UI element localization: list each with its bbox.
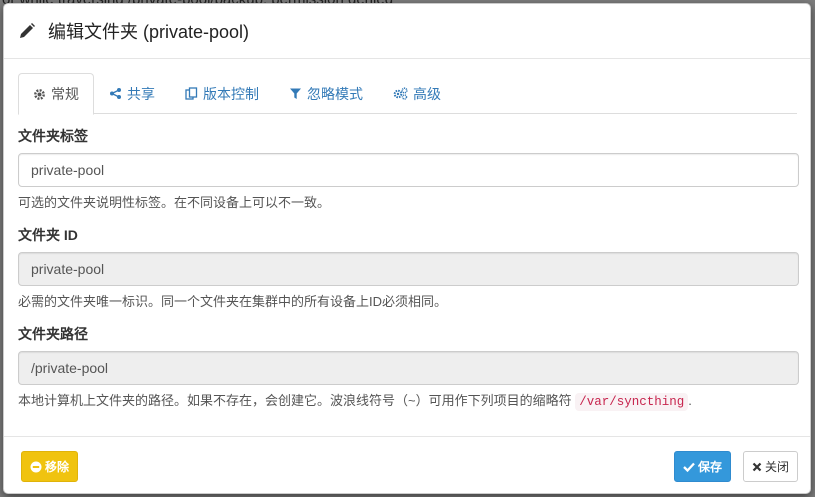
save-button-label: 保存 [697, 460, 722, 474]
tab-general-label: 常规 [51, 86, 79, 102]
folder-path-title: 文件夹路径 [18, 326, 88, 342]
close-button-label: 关闭 [764, 460, 789, 474]
folder-path-group: 文件夹路径 本地计算机上文件夹的路径。如果不存在，会创建它。波浪线符号（~）可用… [18, 324, 799, 411]
minus-circle-icon [30, 461, 42, 473]
folder-label-group: 文件夹标签 可选的文件夹说明性标签。在不同设备上可以不一致。 [18, 126, 799, 212]
tab-advanced-label: 高级 [413, 85, 441, 102]
folder-path-help-end: . [688, 393, 692, 408]
tab-bar: 常规 共享 版本控制 忽略模式 高级 [18, 73, 797, 115]
tab-versioning-label: 版本控制 [203, 85, 259, 102]
save-button[interactable]: 保存 [673, 451, 731, 482]
tab-sharing[interactable]: 共享 [94, 73, 170, 114]
tab-advanced[interactable]: 高级 [378, 73, 456, 114]
close-button[interactable]: 关闭 [742, 451, 798, 482]
check-icon [683, 461, 695, 473]
remove-button-label: 移除 [45, 460, 70, 474]
tab-ignore-patterns-label: 忽略模式 [307, 85, 363, 102]
share-icon [109, 87, 122, 100]
folder-id-group: 文件夹 ID 必需的文件夹唯一标识。同一个文件夹在集群中的所有设备上ID必须相同… [18, 225, 799, 311]
pencil-icon [18, 22, 36, 40]
folder-path-help-text: 本地计算机上文件夹的路径。如果不存在，会创建它。波浪线符号（~）可用作下列项目的… [18, 393, 572, 408]
tab-general[interactable]: 常规 [18, 73, 94, 115]
folder-label-help: 可选的文件夹说明性标签。在不同设备上可以不一致。 [18, 195, 331, 210]
folder-id-help: 必需的文件夹唯一标识。同一个文件夹在集群中的所有设备上ID必须相同。 [18, 294, 448, 309]
tab-versioning[interactable]: 版本控制 [170, 73, 274, 114]
remove-button[interactable]: 移除 [21, 451, 79, 482]
copy-icon [185, 87, 198, 100]
dialog-title: 编辑文件夹 (private-pool) [48, 22, 250, 42]
filter-icon [289, 87, 302, 100]
close-icon [752, 462, 762, 472]
folder-path-input[interactable] [18, 351, 799, 385]
gear-icon [33, 88, 46, 101]
tab-sharing-label: 共享 [127, 85, 155, 102]
tab-ignore-patterns[interactable]: 忽略模式 [274, 73, 378, 114]
dialog-footer: 移除 保存 关闭 [4, 436, 810, 493]
dialog-header: 编辑文件夹 (private-pool) [4, 4, 810, 59]
dialog-body: 常规 共享 版本控制 忽略模式 高级 文件夹标签 private-pool 可选… [4, 59, 810, 411]
edit-folder-dialog: 编辑文件夹 (private-pool) 常规 共享 版本控制 忽略模式 高级 … [3, 3, 811, 494]
folder-id-input[interactable] [18, 252, 799, 286]
folder-label-title: 文件夹标签 [18, 128, 88, 144]
cogs-icon [393, 87, 408, 100]
folder-path-help: 本地计算机上文件夹的路径。如果不存在，会创建它。波浪线符号（~）可用作下列项目的… [18, 392, 797, 411]
folder-id-title: 文件夹 ID [18, 227, 78, 243]
folder-label-input[interactable] [18, 153, 799, 187]
path-example-code: /var/syncthing [575, 393, 689, 411]
